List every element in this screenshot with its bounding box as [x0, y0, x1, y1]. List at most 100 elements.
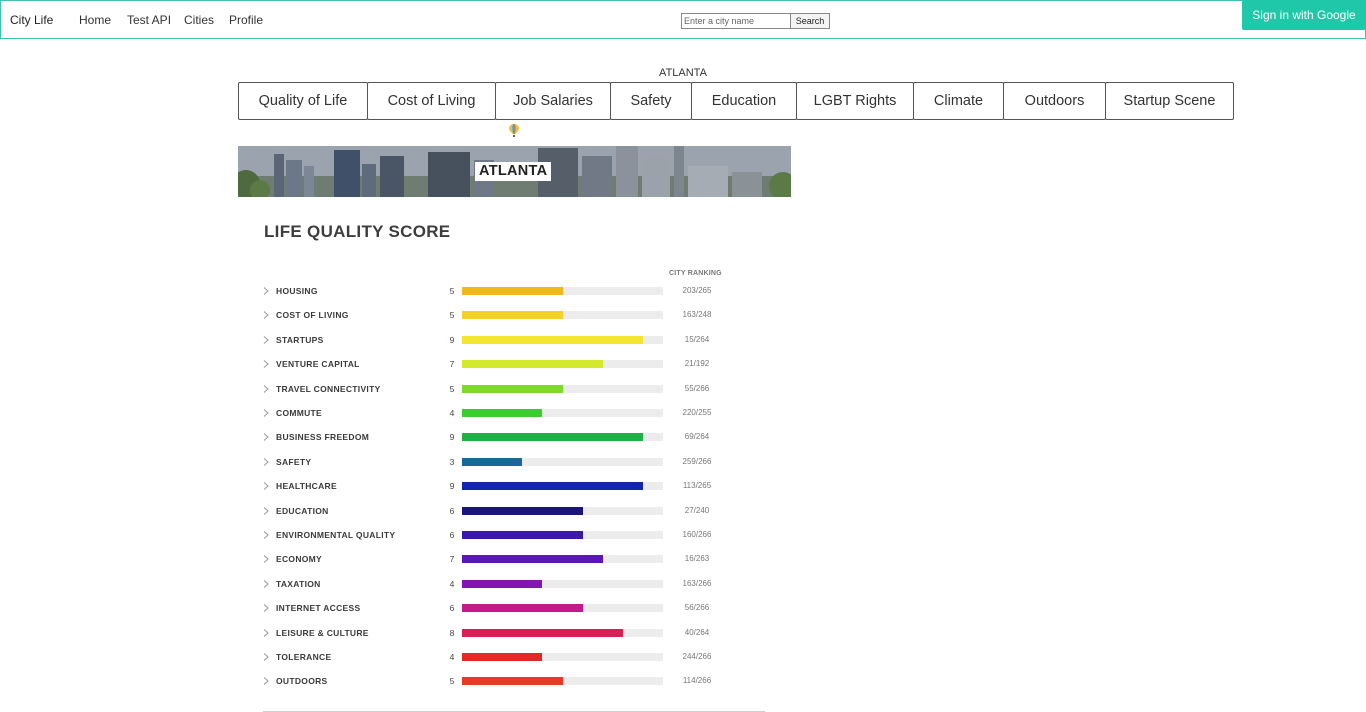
score-row[interactable]: INTERNET ACCESS 6 56/266 — [262, 601, 732, 615]
score-bar-track — [462, 579, 663, 588]
score-row[interactable]: EDUCATION 6 27/240 — [262, 504, 732, 518]
score-row[interactable]: VENTURE CAPITAL 7 21/192 — [262, 357, 732, 371]
score-category-label: ENVIRONMENTAL QUALITY — [276, 530, 396, 540]
chevron-right-icon[interactable] — [262, 653, 270, 661]
city-ranking-value: 220/255 — [682, 408, 712, 417]
chevron-right-icon[interactable] — [262, 384, 270, 393]
score-bar-fill — [462, 653, 543, 661]
city-search-input[interactable] — [681, 13, 792, 29]
score-row[interactable]: HOUSING 5 203/265 — [262, 284, 732, 298]
score-row[interactable]: TRAVEL CONNECTIVITY 5 55/266 — [262, 382, 732, 396]
tab-lgbt-rights[interactable]: LGBT Rights — [796, 82, 914, 120]
chevron-right-icon[interactable] — [262, 677, 270, 686]
score-bar-fill — [462, 531, 583, 539]
score-category-label: SAFETY — [276, 456, 312, 467]
chevron-right-icon[interactable] — [262, 311, 270, 320]
score-row[interactable]: TOLERANCE 4 244/266 — [262, 650, 732, 664]
life-quality-score-title: LIFE QUALITY SCORE — [264, 222, 451, 241]
chevron-right-icon[interactable] — [262, 555, 270, 564]
score-row[interactable]: SAFETY 3 259/266 — [262, 455, 732, 469]
city-ranking-value: 40/264 — [684, 627, 710, 637]
nav-link-profile[interactable]: Profile — [229, 13, 263, 27]
score-bar-fill — [462, 482, 643, 491]
score-bar-track — [462, 433, 663, 442]
score-category-label: COST OF LIVING — [276, 310, 349, 321]
city-ranking-value: 27/240 — [684, 505, 710, 515]
tab-startup-scene[interactable]: Startup Scene — [1105, 82, 1234, 120]
tab-safety[interactable]: Safety — [610, 82, 692, 120]
chevron-right-icon[interactable] — [262, 335, 270, 344]
chevron-right-icon[interactable] — [262, 287, 270, 295]
score-row[interactable]: ECONOMY 7 16/263 — [262, 552, 732, 566]
score-row[interactable]: COST OF LIVING 5 163/248 — [262, 308, 732, 322]
city-ranking-value: 69/264 — [684, 432, 710, 442]
score-row[interactable]: ENVIRONMENTAL QUALITY 6 160/266 — [262, 528, 732, 542]
score-bar-track — [462, 409, 663, 417]
score-row[interactable]: LEISURE & CULTURE 8 40/264 — [262, 626, 732, 640]
city-ranking-value: 163/266 — [682, 578, 712, 588]
tab-cost-of-living[interactable]: Cost of Living — [367, 82, 496, 120]
sign-in-google-button[interactable]: Sign in with Google — [1242, 0, 1366, 30]
city-ranking-value: 21/192 — [684, 359, 710, 369]
score-row[interactable]: OUTDOORS 5 114/266 — [262, 674, 732, 688]
nav-link-cities[interactable]: Cities — [184, 13, 214, 27]
chevron-right-icon[interactable] — [262, 531, 270, 539]
score-bar-fill — [462, 287, 563, 295]
chevron-right-icon[interactable] — [262, 360, 270, 369]
chevron-right-icon[interactable] — [262, 604, 270, 613]
chevron-right-icon[interactable] — [262, 628, 270, 637]
score-value: 5 — [449, 676, 455, 687]
score-bar-fill — [462, 628, 623, 637]
chevron-right-icon[interactable] — [262, 409, 270, 417]
score-row[interactable]: STARTUPS 9 15/264 — [262, 333, 732, 347]
city-ranking-value: 160/266 — [682, 530, 712, 539]
score-category-label: INTERNET ACCESS — [276, 603, 361, 614]
search-button[interactable]: Search — [790, 13, 830, 29]
score-bar-fill — [462, 604, 583, 613]
chevron-right-icon[interactable] — [262, 433, 270, 442]
score-row[interactable]: BUSINESS FREEDOM 9 69/264 — [262, 430, 732, 444]
city-heading: ATLANTA — [659, 67, 707, 79]
score-bar-track — [462, 384, 663, 393]
nav-link-test-api[interactable]: Test API — [127, 13, 171, 27]
category-tabs: Quality of Life Cost of Living Job Salar… — [238, 82, 1234, 120]
city-ranking-value: 15/264 — [684, 334, 710, 344]
score-bar-fill — [462, 409, 543, 417]
score-bar-fill — [462, 433, 643, 442]
tab-climate[interactable]: Climate — [913, 82, 1004, 120]
score-value: 9 — [449, 481, 455, 492]
score-bar-track — [462, 482, 663, 491]
score-category-label: HOUSING — [276, 286, 318, 296]
chevron-right-icon[interactable] — [262, 457, 270, 466]
city-ranking-value: 114/266 — [682, 676, 712, 686]
chevron-right-icon[interactable] — [262, 579, 270, 588]
score-value: 5 — [449, 286, 455, 296]
tab-quality-of-life[interactable]: Quality of Life — [238, 82, 368, 120]
score-row[interactable]: COMMUTE 4 220/255 — [262, 406, 732, 420]
score-bar-track — [462, 311, 663, 320]
tab-outdoors[interactable]: Outdoors — [1003, 82, 1106, 120]
score-value: 5 — [449, 383, 455, 394]
chevron-right-icon[interactable] — [262, 506, 270, 515]
brand-link[interactable]: City Life — [10, 13, 53, 27]
score-bar-fill — [462, 360, 603, 369]
city-ranking-value: 113/265 — [682, 481, 712, 491]
city-ranking-value: 55/266 — [684, 383, 710, 393]
score-bar-track — [462, 653, 663, 661]
score-category-label: TRAVEL CONNECTIVITY — [276, 383, 381, 394]
score-category-label: HEALTHCARE — [276, 481, 337, 492]
city-ranking-header: CITY RANKING — [669, 270, 722, 277]
tab-job-salaries[interactable]: Job Salaries — [495, 82, 611, 120]
score-category-label: TOLERANCE — [276, 652, 332, 662]
score-category-label: BUSINESS FREEDOM — [276, 432, 370, 443]
score-row[interactable]: TAXATION 4 163/266 — [262, 577, 732, 591]
score-row[interactable]: HEALTHCARE 9 113/265 — [262, 479, 732, 493]
chevron-right-icon[interactable] — [262, 482, 270, 491]
hot-air-balloon-icon — [509, 124, 519, 137]
city-ranking-value: 244/266 — [682, 652, 712, 661]
nav-link-home[interactable]: Home — [79, 13, 111, 27]
banner-city-label: ATLANTA — [475, 162, 552, 181]
score-bar-track — [462, 531, 663, 539]
tab-education[interactable]: Education — [691, 82, 797, 120]
top-navbar: City Life Home Test API Cities Profile S… — [0, 0, 1366, 39]
